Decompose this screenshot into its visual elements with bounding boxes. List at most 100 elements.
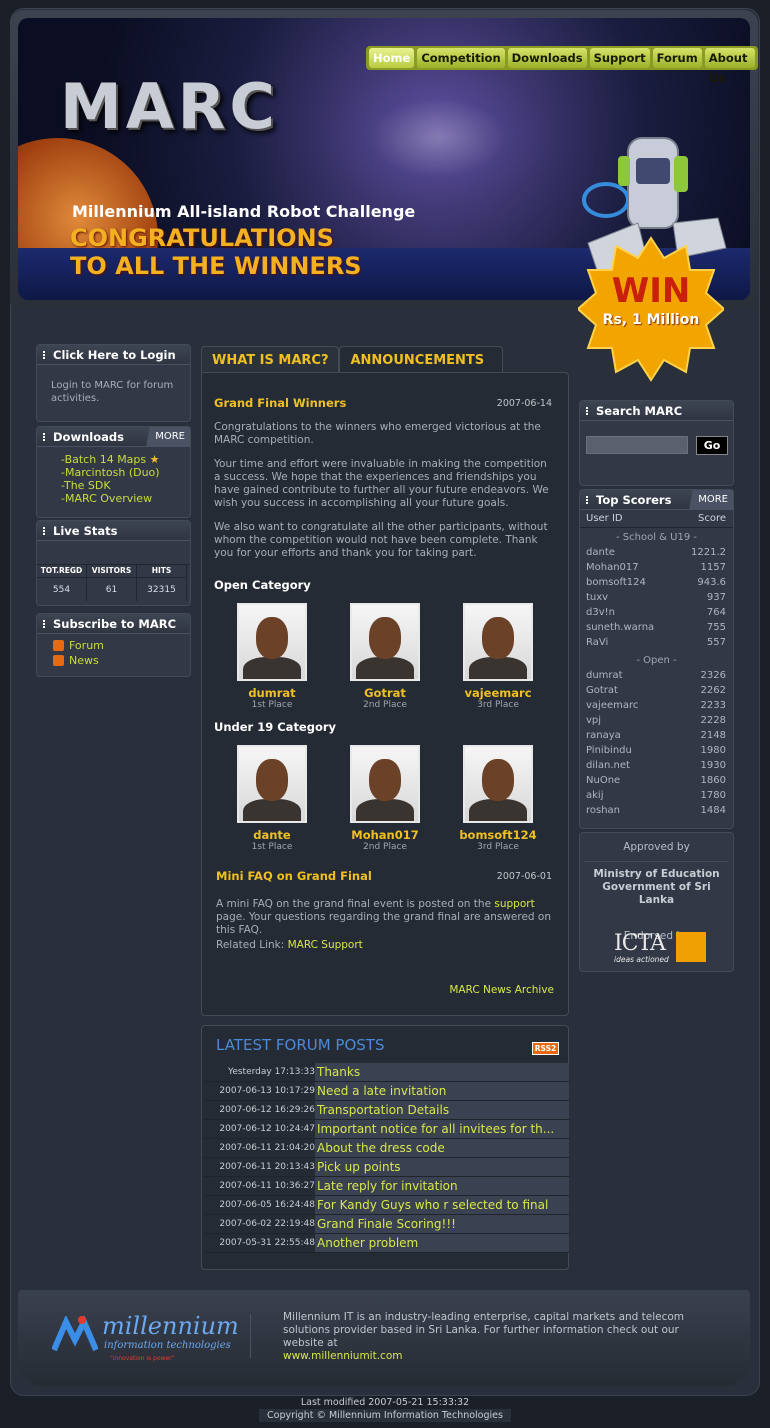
scorer-row: akij 1780: [580, 788, 733, 803]
search-go-button[interactable]: Go: [696, 436, 728, 455]
approval-box: Approved by Ministry of Education Govern…: [579, 832, 734, 972]
forum-post-link[interactable]: For Kandy Guys who r selected to final: [315, 1196, 569, 1214]
winner-place: 1st Place: [251, 700, 293, 710]
scorer-user[interactable]: vajeemarc: [586, 698, 638, 713]
forum-post-row: 2007-06-02 22:19:48 Grand Finale Scoring!…: [203, 1215, 569, 1234]
download-item[interactable]: -MARC Overview: [61, 492, 190, 505]
download-item[interactable]: -Batch 14 Maps ★: [61, 453, 190, 466]
winner-place: 1st Place: [251, 842, 293, 852]
forum-post-date: 2007-06-02 22:19:48: [219, 1219, 315, 1229]
live-stats-box: Live Stats TOT.REGD VISITORS HITS 554 61…: [36, 520, 191, 606]
win-text: WIN: [611, 271, 691, 311]
nebula: [318, 68, 558, 208]
login-box: Click Here to Login Login to MARC for fo…: [36, 344, 191, 422]
winner-photo: [463, 603, 533, 681]
nav-downloads[interactable]: Downloads: [507, 48, 587, 68]
login-text: Login to MARC for forum activities.: [51, 380, 174, 404]
subscribe-forum-link[interactable]: Forum: [53, 638, 190, 653]
login-link[interactable]: Click Here to Login: [37, 345, 190, 365]
scorer-score: 937: [706, 592, 726, 603]
forum-post-row: 2007-06-11 20:13:43 Pick up points: [203, 1158, 569, 1177]
forum-post-link[interactable]: Grand Finale Scoring!!!: [315, 1215, 569, 1233]
forum-post-link[interactable]: Important notice for all invitees for th…: [315, 1120, 569, 1138]
winner-place: 3rd Place: [477, 842, 519, 852]
tab-announcements[interactable]: ANNOUNCEMENTS: [339, 346, 504, 374]
subscribe-news-link[interactable]: News: [53, 653, 190, 668]
winner-photo: [350, 745, 420, 823]
scorer-score: 755: [706, 622, 726, 633]
millennium-logo-icon: [52, 1316, 98, 1352]
search-title: Search MARC: [596, 404, 683, 418]
faq-date: 2007-06-01: [496, 871, 552, 882]
downloads-more-link[interactable]: MORE: [141, 427, 190, 446]
scorer-user[interactable]: suneth.warna: [586, 620, 654, 635]
nav-support[interactable]: Support: [589, 48, 650, 68]
forum-post-date: 2007-06-11 10:36:27: [219, 1181, 315, 1191]
forum-post-link[interactable]: Late reply for invitation: [315, 1177, 569, 1195]
winner-name: Mohan017: [351, 828, 419, 842]
scorer-user[interactable]: bomsoft124: [586, 575, 646, 590]
millennium-url-link[interactable]: www.millenniumit.com: [283, 1350, 402, 1362]
forum-post-link[interactable]: Need a late invitation: [315, 1082, 569, 1100]
scorer-user[interactable]: dilan.net: [586, 758, 630, 773]
scorer-user[interactable]: ranaya: [586, 728, 621, 743]
news-title[interactable]: Grand Final Winners: [214, 396, 346, 410]
scorer-user[interactable]: tuxv: [586, 590, 608, 605]
forum-post-row: 2007-06-13 10:17:29 Need a late invitatio…: [203, 1082, 569, 1101]
scorer-user[interactable]: dante: [586, 545, 615, 560]
nav-home[interactable]: Home: [369, 48, 415, 68]
nav-about-us[interactable]: About Us: [704, 48, 755, 85]
forum-post-link[interactable]: Transportation Details: [315, 1101, 569, 1119]
brand-name: millennium: [102, 1312, 239, 1340]
scorer-row: tuxv 937: [580, 590, 733, 605]
scorer-user[interactable]: Gotrat: [586, 683, 618, 698]
faq-title[interactable]: Mini FAQ on Grand Final: [216, 869, 372, 883]
download-item[interactable]: -Marcintosh (Duo): [61, 466, 190, 479]
scorer-score: 2148: [700, 730, 726, 741]
forum-post-link[interactable]: About the dress code: [315, 1139, 569, 1157]
scorers-more-link[interactable]: MORE: [684, 490, 733, 509]
marc-support-link[interactable]: MARC Support: [288, 939, 363, 951]
download-item[interactable]: -The SDK: [61, 479, 190, 492]
nav-competition[interactable]: Competition: [417, 48, 505, 68]
news-archive-link[interactable]: MARC News Archive: [449, 984, 554, 996]
downloads-box: Downloads MORE -Batch 14 Maps ★ -Marcinto…: [36, 426, 191, 518]
announcements-panel: Grand Final Winners 2007-06-14 Congratul…: [201, 372, 569, 1016]
forum-title: LATEST FORUM POSTS: [216, 1036, 385, 1054]
support-link[interactable]: support: [494, 898, 534, 910]
scorer-user[interactable]: vpj: [586, 713, 601, 728]
forum-post-link[interactable]: Thanks: [315, 1063, 569, 1081]
forum-post-date: 2007-06-11 21:04:20: [219, 1143, 315, 1153]
faq-text: A mini FAQ on the grand final event is p…: [216, 898, 551, 936]
scorer-score: 1980: [700, 745, 726, 756]
scorer-score: 1930: [700, 760, 726, 771]
content-tabs: WHAT IS MARC? ANNOUNCEMENTS: [201, 346, 504, 374]
scorer-user[interactable]: akij: [586, 788, 603, 803]
winner-place: 2nd Place: [363, 842, 407, 852]
scorer-user[interactable]: dumrat: [586, 668, 623, 683]
scorers-header: User ID Score: [580, 510, 733, 528]
forum-post-link[interactable]: Pick up points: [315, 1158, 569, 1176]
search-input[interactable]: [586, 436, 688, 454]
winner-name: dumrat: [248, 686, 296, 700]
winner-photo: [463, 745, 533, 823]
bullet-icon: [43, 527, 49, 535]
news-paragraph: We also want to congratulate all the oth…: [214, 521, 548, 559]
tab-what-is-marc[interactable]: WHAT IS MARC?: [201, 346, 340, 374]
top-scorers-title: Top Scorers: [596, 493, 672, 507]
rss2-button[interactable]: RSS2: [532, 1042, 559, 1055]
forum-post-row: 2007-06-05 16:24:48 For Kandy Guys who r …: [203, 1196, 569, 1215]
scorer-user[interactable]: d3v!n: [586, 605, 615, 620]
icta-logo[interactable]: ICTA ideas actioned: [614, 931, 706, 965]
scorer-user[interactable]: RaVi: [586, 635, 608, 650]
scorer-row: roshan 1484: [580, 803, 733, 818]
nav-forum[interactable]: Forum: [652, 48, 702, 68]
search-box: Search MARC Go: [579, 400, 734, 486]
scorer-user[interactable]: Mohan017: [586, 560, 639, 575]
login-title: Click Here to Login: [53, 348, 176, 362]
scorer-user[interactable]: NuOne: [586, 773, 620, 788]
scorer-user[interactable]: Pinibindu: [586, 743, 632, 758]
school-label: - School & U19 -: [616, 532, 697, 543]
forum-post-link[interactable]: Another problem: [315, 1234, 569, 1252]
scorer-user[interactable]: roshan: [586, 803, 620, 818]
